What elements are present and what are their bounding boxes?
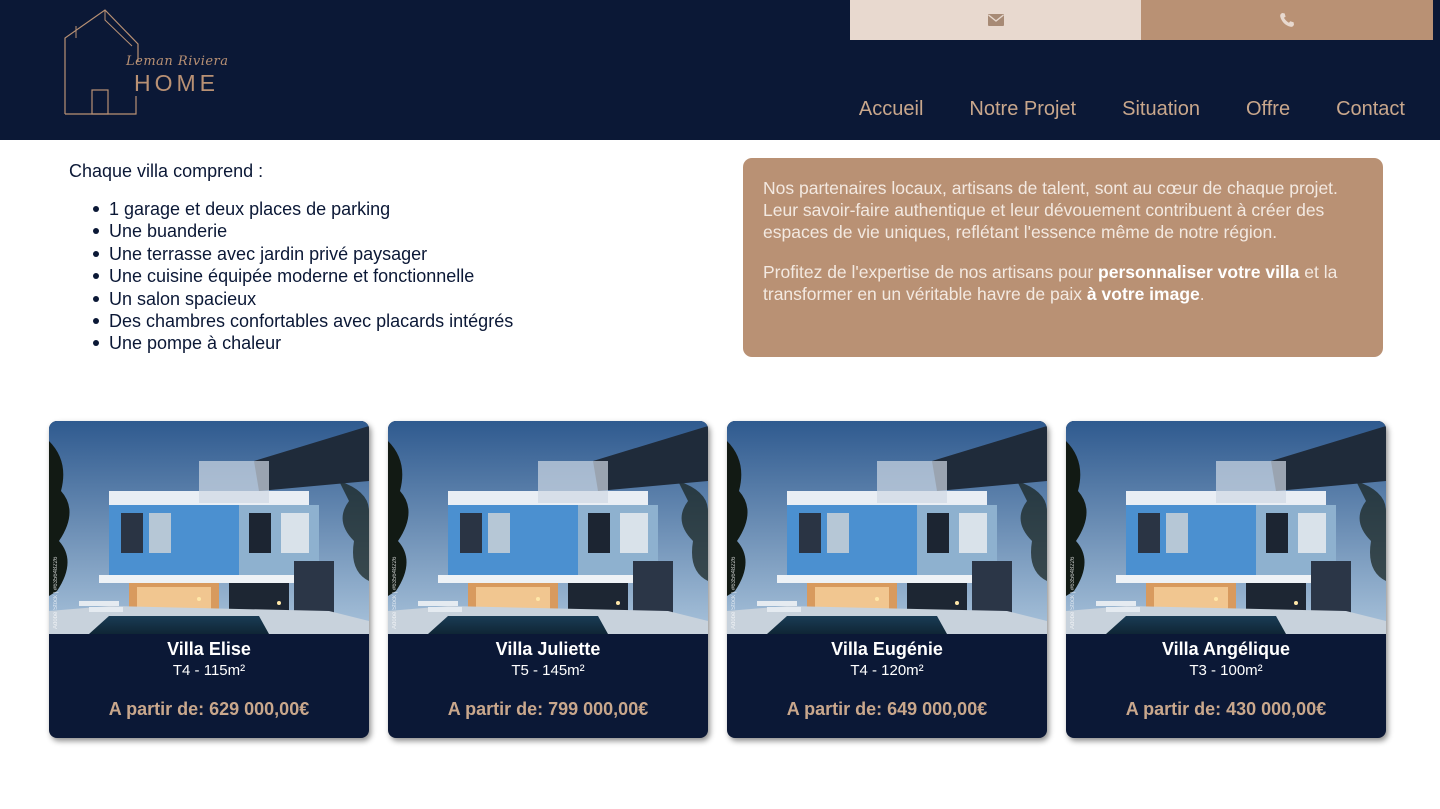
envelope-icon [987, 14, 1004, 26]
logo-script-text: Leman Riviera [126, 54, 229, 69]
nav-offre[interactable]: Offre [1246, 98, 1290, 121]
villa-name: Villa Juliette [495, 639, 601, 659]
partners-text: Profitez de l'expertise de nos artisans … [763, 262, 1099, 282]
villa-price: A partir de: 649 000,00€ [786, 699, 988, 719]
villa-card[interactable]: Adobe Stock | #635648226 Villa Angélique… [1066, 421, 1386, 738]
villa-features: Chaque villa comprend : 1 garage et deux… [69, 161, 709, 355]
feature-item: Une cuisine équipée moderne et fonctionn… [93, 265, 709, 287]
image-watermark: Adobe Stock | #635648226 [1070, 556, 1076, 629]
partners-highlight-image: à votre image [1086, 284, 1200, 304]
feature-item: Une terrasse avec jardin privé paysager [93, 243, 709, 265]
feature-item: Une pompe à chaleur [93, 332, 709, 354]
villa-name: Villa Elise [167, 639, 251, 659]
partners-text: . [1199, 284, 1205, 304]
villa-image [1066, 421, 1386, 634]
partners-box: Nos partenaires locaux, artisans de tale… [743, 158, 1383, 357]
nav-accueil[interactable]: Accueil [859, 98, 923, 121]
villa-image [49, 421, 369, 634]
feature-item: 1 garage et deux places de parking [93, 198, 709, 220]
villa-card[interactable]: Adobe Stock | #635648226 Villa Elise T4 … [49, 421, 369, 738]
villa-image [388, 421, 708, 634]
nav-situation[interactable]: Situation [1122, 98, 1200, 121]
villa-card[interactable]: Adobe Stock | #635648226 Villa Eugénie T… [727, 421, 1047, 738]
nav-notre-projet[interactable]: Notre Projet [969, 98, 1076, 121]
villa-name: Villa Eugénie [831, 639, 943, 659]
contact-bar [850, 0, 1433, 40]
villa-price: A partir de: 629 000,00€ [108, 699, 310, 719]
villa-spec: T4 - 120m² [850, 662, 924, 679]
villa-spec: T5 - 145m² [511, 662, 585, 679]
villa-spec: T3 - 100m² [1189, 662, 1263, 679]
feature-item: Une buanderie [93, 220, 709, 242]
main-nav: Accueil Notre Projet Situation Offre Con… [859, 98, 1405, 121]
email-button[interactable] [850, 0, 1141, 40]
image-watermark: Adobe Stock | #635648226 [53, 556, 59, 629]
villa-price: A partir de: 799 000,00€ [447, 699, 649, 719]
villa-image [727, 421, 1047, 634]
nav-contact[interactable]: Contact [1336, 98, 1405, 121]
partners-highlight-personnaliser: personnaliser votre villa [1098, 262, 1300, 282]
logo[interactable]: Leman Riviera HOME [60, 8, 228, 118]
villa-cards: Adobe Stock | #635648226 Villa Elise T4 … [49, 421, 1386, 738]
logo-home-text: HOME [134, 70, 219, 96]
features-list: 1 garage et deux places de parking Une b… [69, 198, 709, 355]
villa-name: Villa Angélique [1161, 639, 1291, 659]
image-watermark: Adobe Stock | #635648226 [731, 556, 737, 629]
feature-item: Un salon spacieux [93, 288, 709, 310]
villa-card[interactable]: Adobe Stock | #635648226 Villa Juliette … [388, 421, 708, 738]
features-title: Chaque villa comprend : [69, 161, 264, 181]
partners-paragraph-1: Nos partenaires locaux, artisans de tale… [763, 178, 1338, 242]
villa-spec: T4 - 115m² [172, 662, 246, 679]
partners-paragraph-2: Profitez de l'expertise de nos artisans … [763, 261, 1363, 305]
feature-item: Des chambres confortables avec placards … [93, 310, 709, 332]
image-watermark: Adobe Stock | #635648226 [392, 556, 398, 629]
villa-price: A partir de: 430 000,00€ [1125, 699, 1327, 719]
phone-button[interactable] [1141, 0, 1433, 40]
site-header: Leman Riviera HOME Accueil Notre Projet … [0, 0, 1440, 140]
phone-icon [1280, 13, 1294, 27]
